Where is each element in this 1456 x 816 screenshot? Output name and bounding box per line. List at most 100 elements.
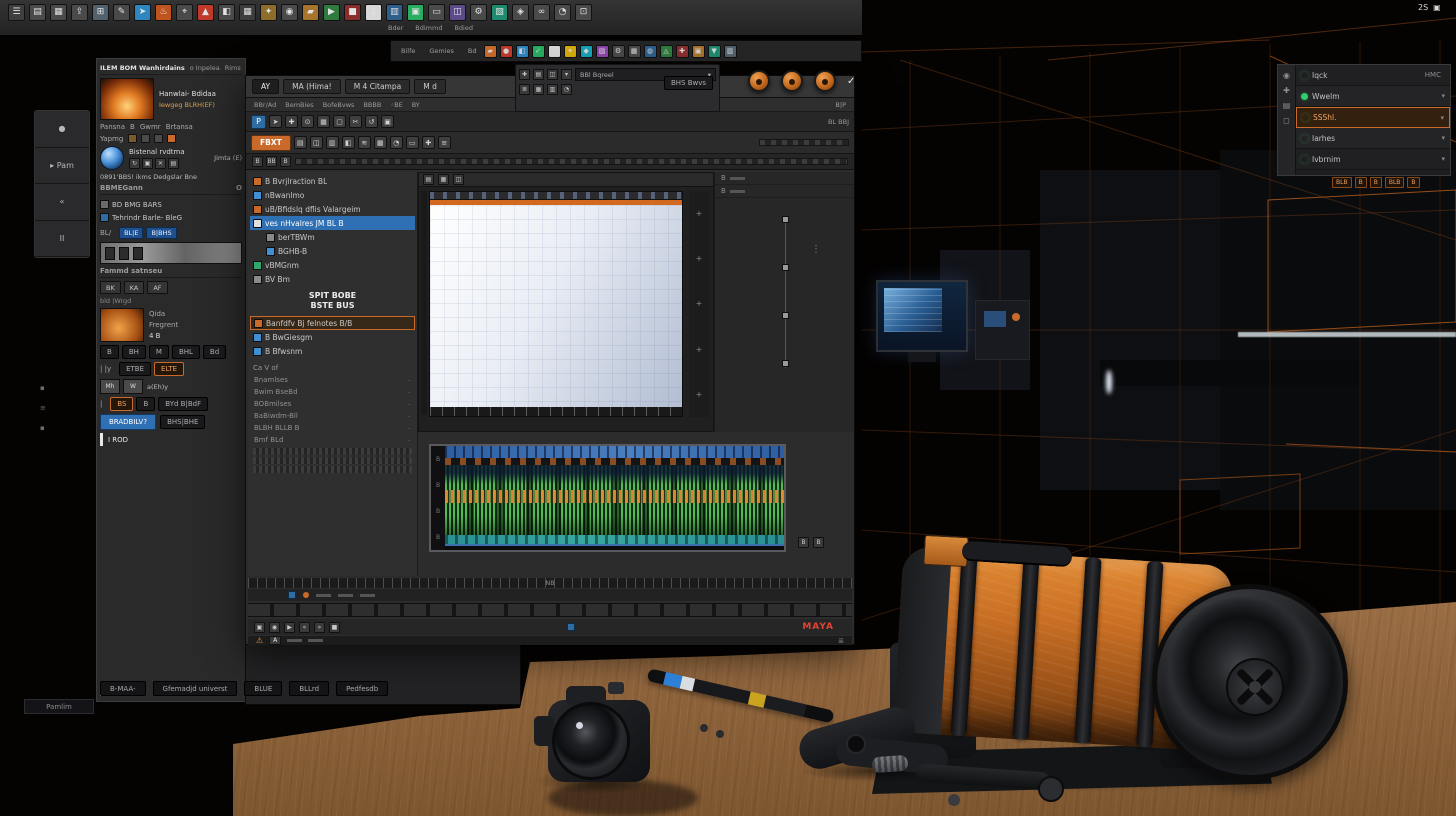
knob-group-chip[interactable]: BHS Bwvs bbox=[664, 76, 713, 90]
canister-end-cap[interactable] bbox=[1152, 584, 1348, 780]
menu-item[interactable]: Bd bbox=[464, 47, 481, 55]
scene-panel-row[interactable]: Ivbrnim ▾ bbox=[1296, 149, 1450, 170]
timeline-marker-row[interactable] bbox=[248, 589, 852, 601]
canvas-grid-area[interactable] bbox=[430, 205, 682, 407]
footer-tab-button[interactable]: Pedfesdb bbox=[336, 681, 388, 696]
mini-panel-icon[interactable]: ▥ bbox=[547, 84, 558, 95]
tree-item[interactable]: nBwanlmo bbox=[250, 188, 415, 202]
tree-item[interactable]: BV Bm bbox=[250, 272, 415, 286]
flag-chip[interactable]: BYd B|BdF bbox=[158, 397, 208, 411]
tree-faint-item[interactable]: BaBiwdm-Bll– bbox=[250, 410, 415, 422]
timeline-ruler[interactable]: NB bbox=[248, 578, 852, 588]
key-icon[interactable]: ◈ bbox=[512, 4, 529, 21]
play-icon[interactable]: ▶ bbox=[323, 4, 340, 21]
mode-chip[interactable]: ELTE bbox=[154, 362, 184, 376]
scene-footer-chip[interactable]: B bbox=[1407, 177, 1419, 188]
record-icon[interactable]: ◉ bbox=[269, 622, 280, 633]
curve-handle[interactable] bbox=[782, 264, 789, 271]
mint-tri-icon[interactable]: ▼ bbox=[708, 45, 721, 58]
tool-chip[interactable]: BK bbox=[100, 281, 121, 294]
transport-button[interactable]: II bbox=[35, 221, 89, 258]
red-record-icon[interactable]: ● bbox=[500, 45, 513, 58]
playhead-marker[interactable] bbox=[303, 592, 309, 598]
grid-icon[interactable]: ▦ bbox=[317, 115, 330, 128]
side-chip[interactable]: B bbox=[798, 537, 809, 548]
option-chip[interactable]: BH bbox=[122, 345, 146, 359]
curve-handle[interactable] bbox=[782, 216, 789, 223]
param-toggle-icon[interactable] bbox=[154, 134, 163, 143]
curve-handle[interactable] bbox=[782, 360, 789, 367]
export-button[interactable]: FBXT bbox=[251, 135, 291, 151]
tree-faint-item[interactable]: Bwim BseBd– bbox=[250, 386, 415, 398]
chart-icon[interactable]: ▥ bbox=[386, 4, 403, 21]
scene-footer-chip[interactable]: BLB bbox=[1332, 177, 1352, 188]
right-panel-row[interactable]: B bbox=[715, 172, 854, 185]
scene-panel-row[interactable]: Iarhes ▾ bbox=[1296, 128, 1450, 149]
orange-knob[interactable] bbox=[814, 70, 836, 92]
option-chip[interactable]: Bd bbox=[203, 345, 226, 359]
param-toggle-icon[interactable] bbox=[167, 134, 176, 143]
orange-knob[interactable] bbox=[748, 70, 770, 92]
subtab-chip[interactable]: B bbox=[280, 156, 291, 167]
scene-footer-chip[interactable]: B bbox=[1370, 177, 1382, 188]
skip-back-icon[interactable]: « bbox=[299, 622, 310, 633]
window-tool-icon[interactable]: ▦ bbox=[374, 136, 387, 149]
scene-panel-icon[interactable]: ◻ bbox=[1283, 116, 1290, 125]
mini-panel-icon[interactable]: ▤ bbox=[533, 69, 544, 80]
param-label[interactable]: Brtansa bbox=[166, 123, 193, 131]
curve-handle[interactable] bbox=[782, 312, 789, 319]
scene-panel-icon[interactable]: ▤ bbox=[1283, 101, 1291, 110]
side-chip[interactable]: B bbox=[813, 537, 824, 548]
footer-tab-button[interactable]: B-MAA- bbox=[100, 681, 146, 696]
teal-drop-icon[interactable]: ◆ bbox=[580, 45, 593, 58]
hand-icon[interactable]: ✚ bbox=[285, 115, 298, 128]
red-plus-icon[interactable]: ✚ bbox=[676, 45, 689, 58]
play-icon[interactable]: ▶ bbox=[284, 622, 295, 633]
white-doc-icon[interactable]: ▤ bbox=[548, 45, 561, 58]
footer-tab-button[interactable]: Gfemadjd universt bbox=[153, 681, 238, 696]
scene-panel-icon[interactable]: ◉ bbox=[1283, 71, 1290, 80]
chevron-down-icon[interactable]: ▾ bbox=[1441, 92, 1445, 100]
skip-forward-icon[interactable]: » bbox=[314, 622, 325, 633]
confirm-check-icon[interactable]: ✓ bbox=[847, 76, 855, 87]
tree-item[interactable]: Banfdfv Bj felnotes B/B bbox=[250, 316, 415, 330]
material-tool-icon[interactable]: ▤ bbox=[168, 158, 179, 169]
status-menu-icon[interactable]: ≣ bbox=[838, 637, 844, 645]
new-file-icon[interactable]: ▤ bbox=[29, 4, 46, 21]
primary-action-button[interactable]: BRADBILV? bbox=[100, 414, 156, 430]
tree-faint-item[interactable]: BLBH BLLB B– bbox=[250, 422, 415, 434]
tree-faint-item[interactable]: BOBmilses– bbox=[250, 398, 415, 410]
marquee-icon[interactable]: ▢ bbox=[333, 115, 346, 128]
window-tool-icon[interactable]: ✚ bbox=[422, 136, 435, 149]
photo-icon[interactable]: ◫ bbox=[449, 4, 466, 21]
section-toggle[interactable]: O bbox=[236, 184, 242, 192]
tree-faint-item[interactable]: Bnamlses– bbox=[250, 374, 415, 386]
mode-chip[interactable]: ETBE bbox=[119, 362, 151, 376]
window-tool-icon[interactable]: ◔ bbox=[390, 136, 403, 149]
send-icon[interactable]: ➤ bbox=[134, 4, 151, 21]
mini-thumbnail[interactable]: W bbox=[123, 379, 143, 394]
menu-item[interactable]: BemBies bbox=[285, 101, 313, 109]
mini-panel-icon[interactable]: ▾ bbox=[561, 69, 572, 80]
zoom-icon[interactable]: ⊙ bbox=[301, 115, 314, 128]
eye-icon[interactable]: ◔ bbox=[554, 4, 571, 21]
gear-icon[interactable]: ⚙ bbox=[470, 4, 487, 21]
transport-button[interactable]: ● bbox=[35, 111, 89, 148]
window-tool-icon[interactable]: ▤ bbox=[294, 136, 307, 149]
tree-item[interactable]: B Bvrjlraction BL bbox=[250, 174, 415, 188]
tab-inspector[interactable]: o Inpelea bbox=[190, 64, 220, 72]
viewport-header-icon[interactable]: ▤ bbox=[423, 174, 434, 185]
viewport-canvas[interactable] bbox=[429, 191, 683, 417]
param-label[interactable]: Yapmg bbox=[100, 135, 123, 143]
param-label[interactable]: Gwmr bbox=[140, 123, 161, 131]
doc-icon[interactable]: ▯ bbox=[365, 4, 382, 21]
target-icon[interactable]: ⌖ bbox=[176, 4, 193, 21]
tree-item[interactable]: B Bfwsnm bbox=[250, 344, 415, 358]
mini-thumbnail[interactable]: Mh bbox=[100, 379, 120, 394]
menu-item[interactable]: Gemies bbox=[425, 47, 458, 55]
layer-item[interactable]: BD BMG BARS bbox=[100, 198, 242, 211]
link-icon[interactable]: ∞ bbox=[533, 4, 550, 21]
grid-icon[interactable]: ▦ bbox=[239, 4, 256, 21]
action-side-chip[interactable]: BHS|BHE bbox=[160, 415, 205, 429]
sync-marker[interactable] bbox=[567, 623, 575, 631]
